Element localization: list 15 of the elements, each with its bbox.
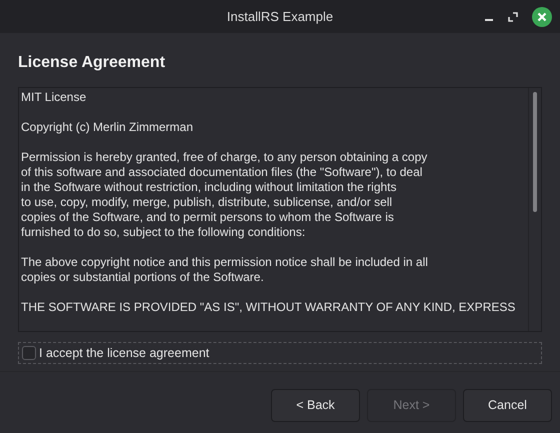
checkbox[interactable] (22, 346, 36, 360)
wizard-button[interactable]: Cancel (463, 389, 552, 422)
license-paragraph: THE SOFTWARE IS PROVIDED "AS IS", WITHOUT WARRANTY OF ANY KIND, EXPRESS (21, 300, 516, 315)
license-paragraph: Permission is hereby granted, free of charge, to any person obtaining a copy of this software and associated documentation files (the "Software"), to deal in the Software without restriction, including without limitation the rights to use, copy, modify, merge, publish, distribute, sublicense, and/or sell copies of the Software, and to permit persons to whom the Software is furnished to do so, subject to the following conditions: (21, 150, 428, 240)
maximize-icon[interactable] (508, 12, 518, 22)
close-icon[interactable] (532, 7, 552, 27)
license-paragraph: MIT License (21, 90, 88, 105)
license-text-area[interactable] (18, 87, 542, 332)
page-heading: License Agreement (18, 53, 166, 73)
window-title: InstallRS Example (226, 8, 334, 26)
accept-checkbox-row[interactable]: I accept the license agreement (18, 342, 542, 364)
checkbox-label: I accept the license agreement (39, 344, 210, 362)
wizard-button[interactable]: < Back (271, 389, 360, 422)
license-paragraph: The above copyright notice and this permission notice shall be included in all copies or substantial portions of the Software. (21, 255, 429, 285)
license-paragraph: Copyright (c) Merlin Zimmerman (21, 120, 194, 135)
